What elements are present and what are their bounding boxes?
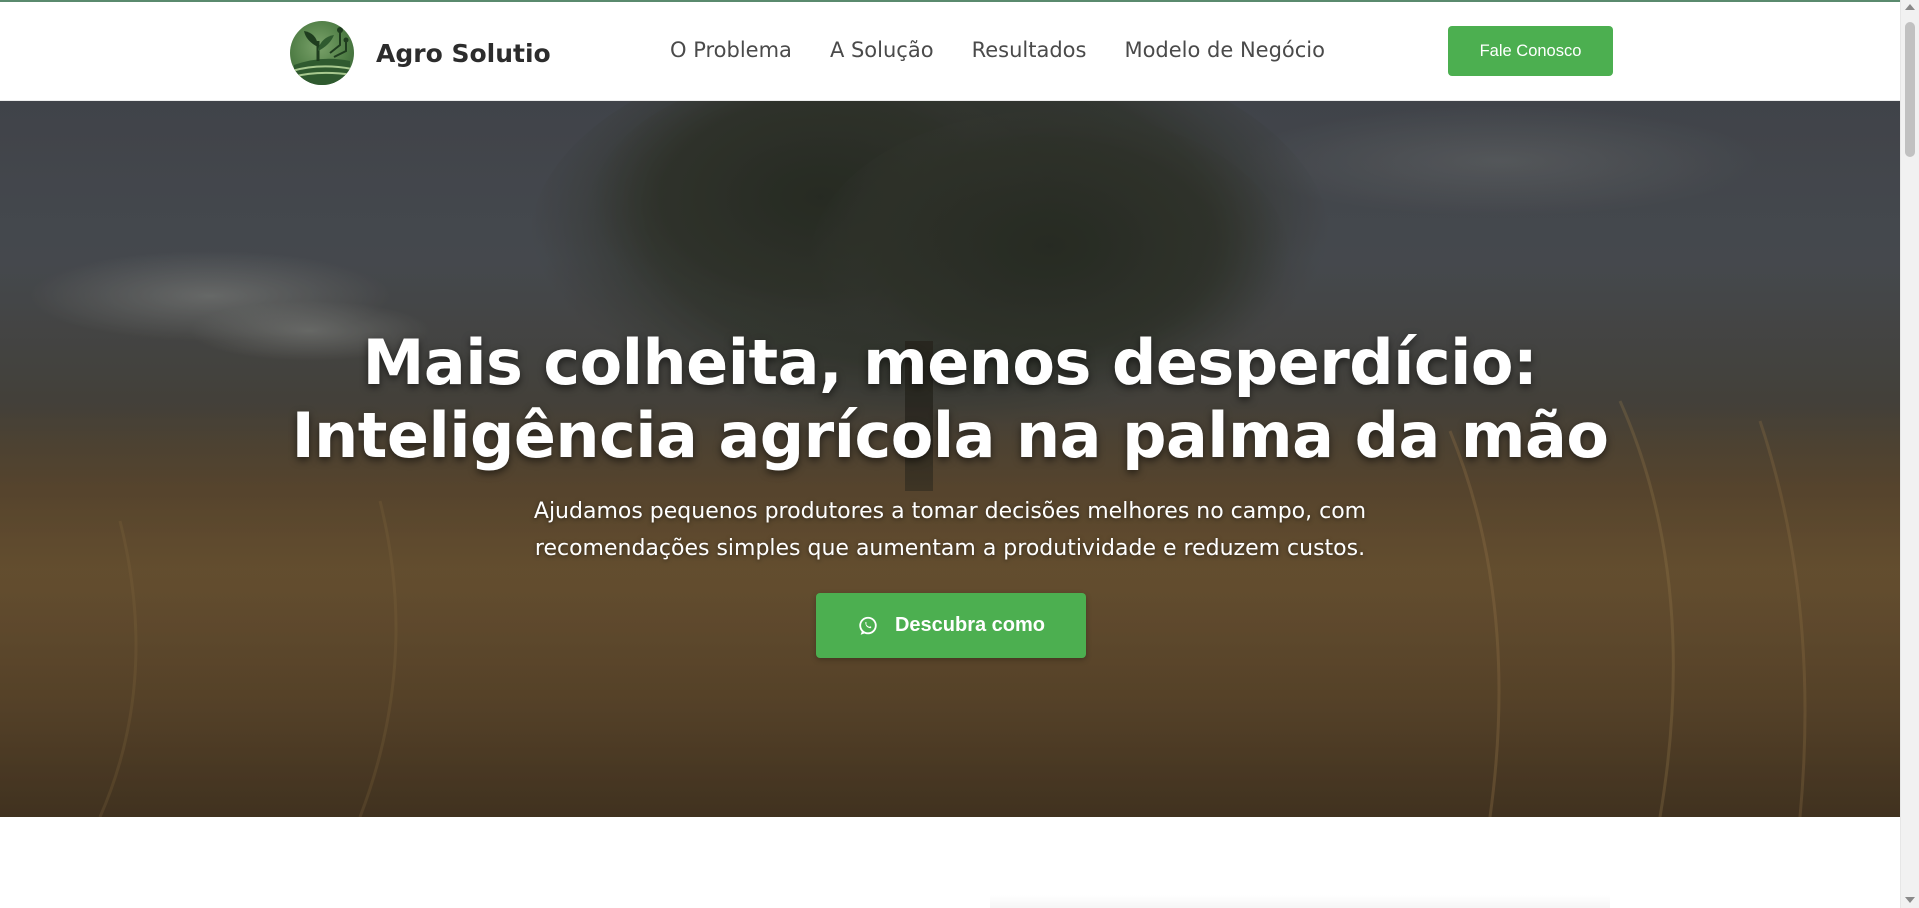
nav-link-modelo-de-negocio[interactable]: Modelo de Negócio <box>1124 38 1325 62</box>
main-nav: O Problema A Solução Resultados Modelo d… <box>670 38 1363 62</box>
nav-link-a-solucao[interactable]: A Solução <box>830 38 934 62</box>
page-scrollbar[interactable] <box>1900 0 1919 908</box>
brand-name: Agro Solutio <box>376 38 551 68</box>
nav-link-o-problema[interactable]: O Problema <box>670 38 792 62</box>
contact-button[interactable]: Fale Conosco <box>1448 26 1613 76</box>
discover-how-label: Descubra como <box>894 614 1046 636</box>
discover-how-button[interactable]: Descubra como <box>816 593 1086 658</box>
scrollbar-thumb[interactable] <box>1905 22 1915 157</box>
hero-subtitle-line-1: Ajudamos pequenos produtores a tomar dec… <box>533 499 1367 524</box>
page: Agro Solutio O Problema A Solução Result… <box>0 0 1900 908</box>
next-section-card-edge <box>990 895 1610 908</box>
hero-title: Mais colheita, menos desperdício: Inteli… <box>0 326 1900 472</box>
hero-title-line-2: Inteligência agrícola na palma da mão <box>291 399 1609 472</box>
leaf-circuit-logo-icon <box>290 21 354 85</box>
top-navbar: Agro Solutio O Problema A Solução Result… <box>0 2 1900 101</box>
whatsapp-icon <box>859 616 877 635</box>
brand[interactable]: Agro Solutio <box>290 20 551 86</box>
hero-subtitle: Ajudamos pequenos produtores a tomar dec… <box>500 493 1400 567</box>
hero-title-line-1: Mais colheita, menos desperdício: <box>362 326 1538 399</box>
nav-link-resultados[interactable]: Resultados <box>972 38 1087 62</box>
scroll-down-arrow-icon[interactable] <box>1905 897 1915 903</box>
scroll-up-arrow-icon[interactable] <box>1905 4 1915 10</box>
hero-section: Mais colheita, menos desperdício: Inteli… <box>0 101 1900 817</box>
hero-subtitle-line-2: recomendações simples que aumentam a pro… <box>534 536 1366 561</box>
